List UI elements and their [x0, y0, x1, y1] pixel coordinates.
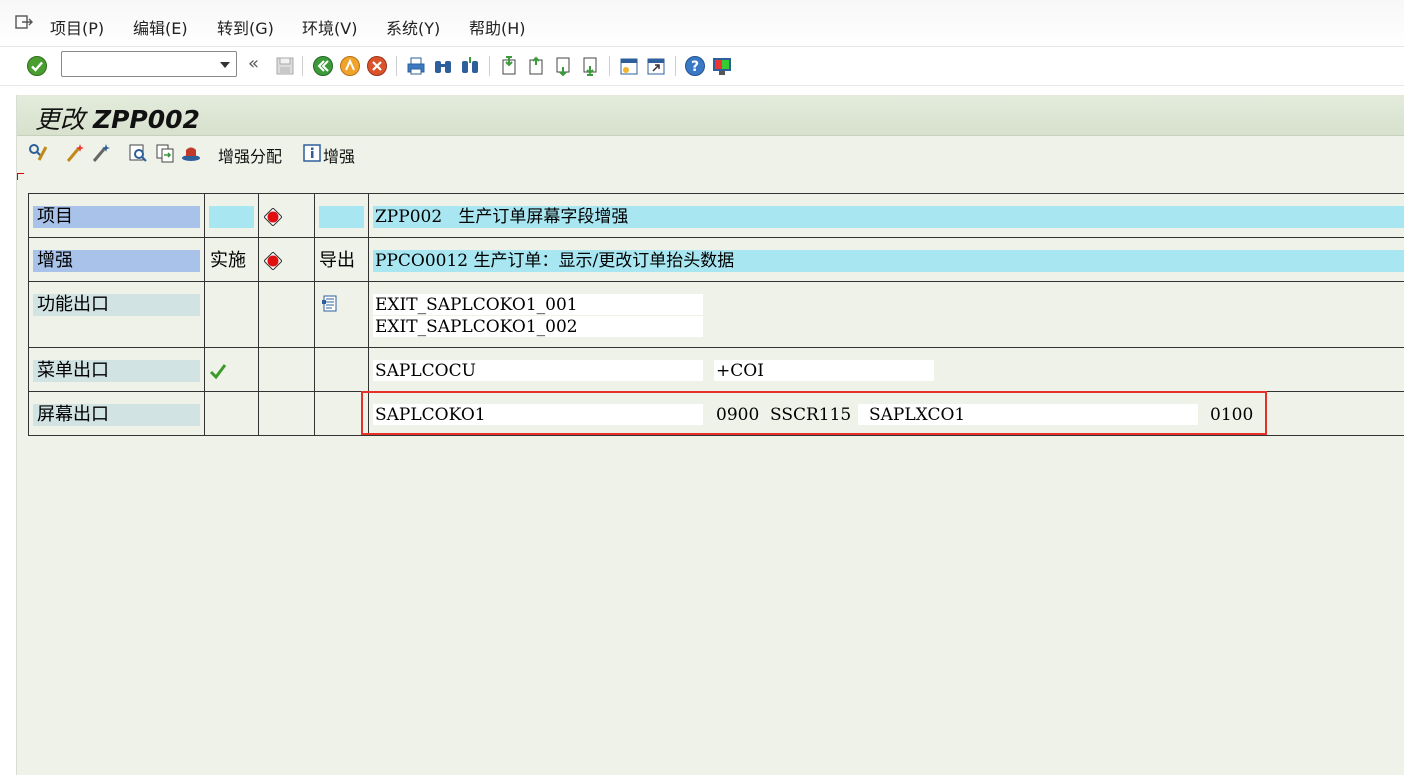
- page-title: 更改 ZPP002: [35, 100, 200, 136]
- project-label: 项目: [33, 206, 200, 228]
- collapse-icon[interactable]: «: [248, 53, 270, 75]
- deactivate-icon[interactable]: [90, 142, 112, 164]
- title-bar: 更改 ZPP002: [17, 95, 1404, 136]
- chevron-down-icon[interactable]: [220, 62, 230, 68]
- previous-page-icon[interactable]: [525, 55, 547, 77]
- new-session-icon[interactable]: [618, 55, 640, 77]
- info-icon[interactable]: [301, 142, 323, 164]
- status-red-light-icon: [263, 207, 283, 230]
- command-input[interactable]: [65, 55, 219, 75]
- title-project-id: ZPP002: [92, 105, 200, 134]
- enhancement-status: 实施: [210, 250, 246, 271]
- menu-exit-program[interactable]: SAPLCOCU: [375, 360, 476, 382]
- system-toolbar: « ?: [0, 47, 1404, 86]
- menu-environment[interactable]: 环境(V): [302, 15, 357, 39]
- cancel-icon[interactable]: [366, 55, 388, 77]
- list-document-icon[interactable]: [321, 295, 339, 317]
- activate-icon[interactable]: [64, 142, 86, 164]
- save-icon[interactable]: [274, 55, 296, 77]
- function-exits-label: 功能出口: [33, 294, 200, 316]
- enhancement-export: 导出: [319, 250, 355, 271]
- focus-marker: [17, 173, 24, 180]
- menu-exit-code[interactable]: +COI: [716, 360, 764, 382]
- svg-text:?: ?: [691, 59, 699, 75]
- menu-bar: 项目(P) 编辑(E) 转到(G) 环境(V) 系统(Y) 帮助(H): [0, 0, 1404, 47]
- find-icon[interactable]: [432, 55, 454, 77]
- highlight-box: [361, 391, 1267, 435]
- menu-exit-icon[interactable]: [15, 14, 33, 34]
- menu-system[interactable]: 系统(Y): [386, 15, 440, 39]
- title-prefix: 更改: [35, 105, 86, 134]
- copy-object-icon[interactable]: [154, 142, 176, 164]
- application-toolbar: 增强分配 增强: [17, 136, 1404, 170]
- display-change-icon[interactable]: [27, 142, 49, 164]
- find-next-icon[interactable]: [459, 55, 481, 77]
- status-red-light-icon: [263, 251, 283, 274]
- transport-icon[interactable]: [180, 142, 202, 164]
- command-field[interactable]: [61, 51, 237, 77]
- function-exit-item[interactable]: EXIT_SAPLCOKO1_002: [375, 316, 578, 338]
- function-exit-item[interactable]: EXIT_SAPLCOKO1_001: [375, 294, 578, 316]
- screen-exits-label: 屏幕出口: [33, 404, 200, 426]
- checkmark-icon: [209, 362, 227, 384]
- enhancement-grid: 项目 ZPP002 生产订单屏幕字段增强 增强 实施 导出 PPCO0012 生…: [28, 193, 1404, 436]
- shortcut-icon[interactable]: [645, 55, 667, 77]
- project-status-cell: [209, 206, 254, 228]
- enter-check-icon[interactable]: [26, 55, 48, 77]
- customize-layout-icon[interactable]: [711, 55, 733, 77]
- main-area: 更改 ZPP002 增强分配 增强 项目 ZPP002 生产订单屏幕字段增强 增…: [16, 95, 1404, 775]
- enhancement-text[interactable]: PPCO0012 生产订单：显示/更改订单抬头数据: [375, 250, 734, 272]
- enhancement-label: 增强: [33, 250, 200, 272]
- project-text[interactable]: ZPP002 生产订单屏幕字段增强: [375, 206, 628, 228]
- last-page-icon[interactable]: [579, 55, 601, 77]
- exit-icon[interactable]: [339, 55, 361, 77]
- menu-help[interactable]: 帮助(H): [469, 15, 526, 39]
- where-used-icon[interactable]: [127, 142, 149, 164]
- enhancement-assignment-button[interactable]: 增强分配: [218, 143, 282, 167]
- enhancement-button[interactable]: 增强: [323, 143, 355, 167]
- menu-edit[interactable]: 编辑(E): [133, 15, 188, 39]
- help-icon[interactable]: ?: [684, 55, 706, 77]
- next-page-icon[interactable]: [552, 55, 574, 77]
- menu-project[interactable]: 项目(P): [50, 15, 104, 39]
- menu-goto[interactable]: 转到(G): [217, 15, 274, 39]
- print-icon[interactable]: [405, 55, 427, 77]
- back-icon[interactable]: [312, 55, 334, 77]
- first-page-icon[interactable]: [498, 55, 520, 77]
- project-type-cell: [319, 206, 364, 228]
- menu-exits-label: 菜单出口: [33, 360, 200, 382]
